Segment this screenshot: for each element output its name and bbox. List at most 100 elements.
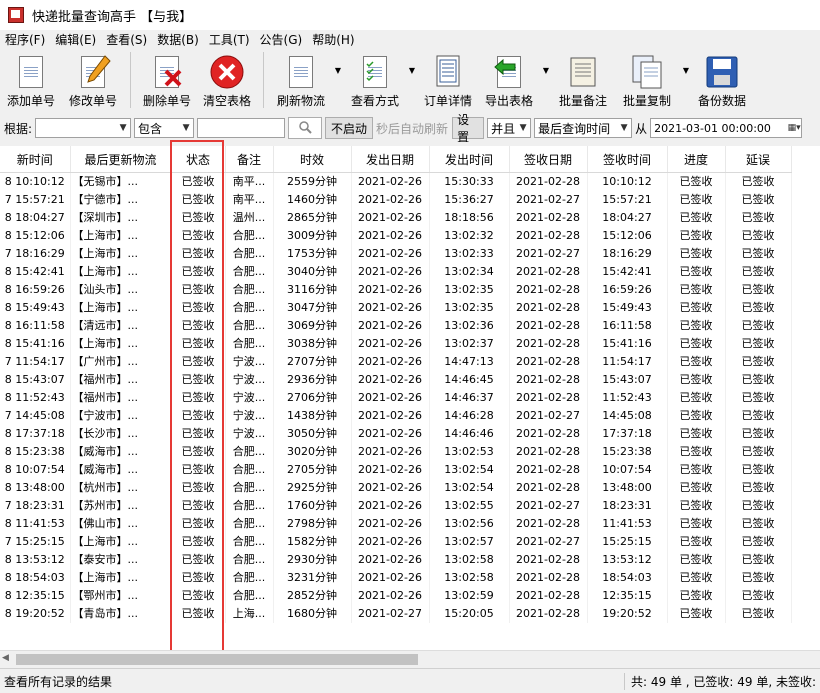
search-button[interactable]	[288, 117, 323, 139]
table-cell: 2021-02-26	[351, 515, 430, 533]
refresh-logistics-button[interactable]: 刷新物流	[270, 50, 332, 110]
settings-button[interactable]: 设置	[452, 113, 485, 144]
app-logo-icon	[8, 7, 24, 23]
from-date-picker[interactable]: 2021-03-01 00:00:00 ▦▾	[650, 118, 803, 138]
order-details-button[interactable]: 订单详情	[418, 50, 478, 110]
window-title: 快递批量查询高手 【与我】	[32, 9, 193, 25]
table-cell: 18:04:27	[587, 209, 668, 227]
table-cell: 2021-02-26	[351, 443, 430, 461]
table-row[interactable]: 8 11:41:53 【佛山市】... 已签收 合肥... 2798分钟 2021-02-…	[0, 515, 792, 533]
table-cell: 2021-02-27	[509, 533, 588, 551]
table-row[interactable]: 8 15:49:43 【上海市】... 已签收 合肥... 3047分钟 2021-02-…	[0, 299, 792, 317]
table-row[interactable]: 8 13:48:00 【杭州市】... 已签收 合肥... 2925分钟 2021-02-…	[0, 479, 792, 497]
scroll-left-icon[interactable]: ◀	[2, 653, 9, 663]
table-cell: 13:02:56	[429, 515, 510, 533]
table-cell: 已签收	[171, 172, 226, 191]
column-header[interactable]: 发出时间	[429, 146, 510, 173]
export-table-button[interactable]: 导出表格	[478, 50, 540, 110]
export-dropdown-arrow[interactable]: ▼	[540, 50, 552, 90]
table-cell: 2705分钟	[273, 461, 352, 479]
backup-data-button[interactable]: 备份数据	[692, 50, 752, 110]
table-row[interactable]: 8 13:53:12 【泰安市】... 已签收 合肥... 2930分钟 2021-02-…	[0, 551, 792, 569]
menu-program[interactable]: 程序(F)	[0, 31, 50, 48]
table-row[interactable]: 8 12:35:15 【鄂州市】... 已签收 合肥... 2852分钟 2021-02-…	[0, 587, 792, 605]
column-header[interactable]: 进度	[667, 146, 726, 173]
table-row[interactable]: 8 16:59:26 【汕头市】... 已签收 合肥... 3116分钟 2021-02-…	[0, 281, 792, 299]
table-cell: 2852分钟	[273, 587, 352, 605]
table-row[interactable]: 8 15:42:41 【上海市】... 已签收 合肥... 3040分钟 2021-02-…	[0, 263, 792, 281]
menu-view[interactable]: 查看(S)	[101, 31, 152, 48]
view-mode-button[interactable]: 查看方式	[344, 50, 406, 110]
scrollbar-thumb[interactable]	[16, 654, 418, 665]
table-row[interactable]: 8 10:10:12 【无锡市】... 已签收 南平... 2559分钟 2021-02-…	[0, 172, 792, 191]
filter-bar: 根据: ▼ 包含 ▼ 不启动 秒后自动刷新 设置 并且 ▼ 最后查询时间 ▼ 从…	[0, 113, 820, 144]
view-mode-dropdown-arrow[interactable]: ▼	[406, 50, 418, 90]
table-row[interactable]: 8 11:52:43 【福州市】... 已签收 宁波... 2706分钟 2021-02-…	[0, 389, 792, 407]
menu-notice[interactable]: 公告(G)	[255, 31, 308, 48]
table-cell: 2021-02-28	[509, 443, 588, 461]
batch-remark-button[interactable]: 批量备注	[552, 50, 614, 110]
table-cell: 2021-02-28	[509, 353, 588, 371]
table-row[interactable]: 7 11:54:17 【广州市】... 已签收 宁波... 2707分钟 2021-02-…	[0, 353, 792, 371]
table-row[interactable]: 8 15:12:06 【上海市】... 已签收 合肥... 3009分钟 2021-02-…	[0, 227, 792, 245]
menu-tools[interactable]: 工具(T)	[204, 31, 255, 48]
search-input[interactable]	[197, 118, 286, 138]
filter-match-select[interactable]: 包含 ▼	[134, 118, 195, 138]
table-row[interactable]: 8 15:43:07 【福州市】... 已签收 宁波... 2936分钟 2021-02-…	[0, 371, 792, 389]
table-row[interactable]: 8 15:41:16 【上海市】... 已签收 合肥... 3038分钟 2021-02-…	[0, 335, 792, 353]
table-row[interactable]: 8 19:20:52 【青岛市】... 已签收 上海... 1680分钟 2021-02-…	[0, 605, 792, 623]
table-cell: 2021-02-28	[509, 263, 588, 281]
column-header[interactable]: 最后更新物流	[70, 146, 172, 173]
table-row[interactable]: 7 18:23:31 【苏州市】... 已签收 合肥... 1760分钟 2021-02-…	[0, 497, 792, 515]
table-cell: 2706分钟	[273, 389, 352, 407]
table-row[interactable]: 8 15:23:38 【威海市】... 已签收 合肥... 3020分钟 2021-02-…	[0, 443, 792, 461]
column-header[interactable]: 备注	[225, 146, 274, 173]
table-cell: 3050分钟	[273, 425, 352, 443]
table-row[interactable]: 8 16:11:58 【清远市】... 已签收 合肥... 3069分钟 2021-02-…	[0, 317, 792, 335]
table-cell: 已签收	[725, 515, 792, 533]
date-field-select[interactable]: 最后查询时间 ▼	[534, 118, 633, 138]
table-row[interactable]: 8 10:07:54 【威海市】... 已签收 合肥... 2705分钟 2021-02-…	[0, 461, 792, 479]
filter-field-select[interactable]: ▼	[35, 118, 132, 138]
table-row[interactable]: 8 17:37:18 【长沙市】... 已签收 宁波... 3050分钟 2021-02-…	[0, 425, 792, 443]
batch-copy-button[interactable]: 批量复制	[614, 50, 680, 110]
table-row[interactable]: 7 15:25:15 【上海市】... 已签收 合肥... 1582分钟 2021-02-…	[0, 533, 792, 551]
table-cell: 13:02:36	[429, 317, 510, 335]
column-header[interactable]: 签收日期	[509, 146, 588, 173]
table-cell: 已签收	[667, 425, 726, 443]
menu-help[interactable]: 帮助(H)	[307, 31, 359, 48]
auto-refresh-button[interactable]: 不启动	[325, 117, 374, 139]
logic-select[interactable]: 并且 ▼	[487, 118, 532, 138]
table-row[interactable]: 8 18:54:03 【上海市】... 已签收 合肥... 3231分钟 2021-02-…	[0, 569, 792, 587]
table-cell: 已签收	[171, 515, 226, 533]
table-header-row: 新时间 最后更新物流 状态 备注 时效 发出日期 发出时间 签收日期 签收时间 进度 延误	[0, 146, 792, 173]
table-row[interactable]: 7 14:45:08 【宁波市】... 已签收 宁波... 1438分钟 2021-02-…	[0, 407, 792, 425]
add-number-button[interactable]: 添加单号	[0, 50, 62, 110]
view-mode-icon	[357, 54, 393, 90]
column-header[interactable]: 延误	[725, 146, 792, 173]
table-row[interactable]: 7 15:57:21 【宁德市】... 已签收 南平... 1460分钟 2021-02-…	[0, 191, 792, 209]
clear-icon	[209, 54, 245, 90]
horizontal-scrollbar[interactable]: ◀	[0, 650, 820, 668]
table-cell: 2021-02-26	[351, 551, 430, 569]
column-header[interactable]: 时效	[273, 146, 352, 173]
column-header[interactable]: 状态	[171, 146, 226, 173]
table-cell: 合肥...	[225, 533, 274, 551]
table-row[interactable]: 7 18:16:29 【上海市】... 已签收 合肥... 1753分钟 2021-02-…	[0, 245, 792, 263]
table-cell: 已签收	[171, 479, 226, 497]
delete-number-button[interactable]: 删除单号	[137, 50, 197, 110]
refresh-dropdown-arrow[interactable]: ▼	[332, 50, 344, 90]
column-header[interactable]: 发出日期	[351, 146, 430, 173]
column-header[interactable]: 签收时间	[587, 146, 668, 173]
menu-edit[interactable]: 编辑(E)	[50, 31, 101, 48]
edit-number-button[interactable]: 修改单号	[62, 50, 124, 110]
table-cell: 18:18:56	[429, 209, 510, 227]
table-row[interactable]: 8 18:04:27 【深圳市】... 已签收 温州... 2865分钟 2021-02-…	[0, 209, 792, 227]
menu-data[interactable]: 数据(B)	[152, 31, 204, 48]
menu-bar: 程序(F) 编辑(E) 查看(S) 数据(B) 工具(T) 公告(G) 帮助(H…	[0, 30, 820, 48]
copy-dropdown-arrow[interactable]: ▼	[680, 50, 692, 90]
table-cell: 【威海市】...	[70, 443, 172, 461]
floppy-icon	[704, 54, 740, 90]
clear-table-button[interactable]: 清空表格	[197, 50, 257, 110]
column-header[interactable]: 新时间	[0, 146, 71, 173]
